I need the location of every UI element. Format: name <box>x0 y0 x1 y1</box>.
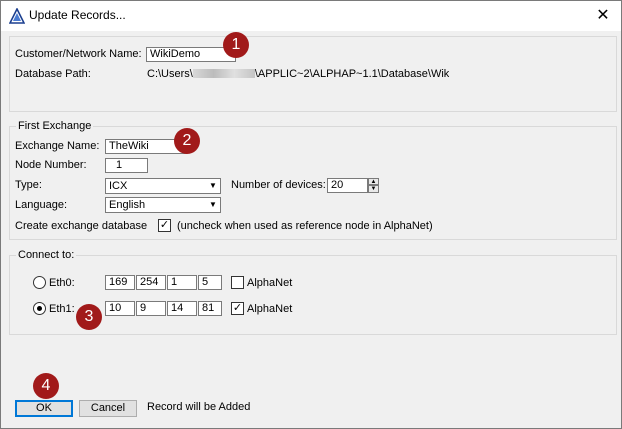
eth0-label: Eth0: <box>49 277 75 289</box>
triangle-app-icon <box>8 7 26 24</box>
database-path-prefix: C:\Users\ <box>147 68 193 80</box>
node-number-label: Node Number: <box>15 159 87 171</box>
language-select[interactable]: English ▼ <box>105 197 221 213</box>
customer-name-input[interactable]: WikiDemo <box>146 47 236 62</box>
eth0-radio[interactable] <box>33 276 46 289</box>
create-exchange-db-checkbox[interactable]: ✓ <box>158 219 171 232</box>
annotation-badge-2: 2 <box>174 128 200 154</box>
type-label: Type: <box>15 179 42 191</box>
eth1-ip-octet-4[interactable]: 81 <box>198 301 222 316</box>
eth0-ip-octet-3[interactable]: 1 <box>167 275 197 290</box>
exchange-name-label: Exchange Name: <box>15 140 100 152</box>
database-path-label: Database Path: <box>15 68 91 80</box>
eth1-radio[interactable] <box>33 302 46 315</box>
cancel-button[interactable]: Cancel <box>79 400 137 417</box>
eth1-alphanet-checkbox[interactable]: ✓ <box>231 302 244 315</box>
database-path-value: C:\Users\ \APPLIC~2\ALPHAP~1.1\Database\W… <box>147 68 449 80</box>
create-exchange-db-note: (uncheck when used as reference node in … <box>177 220 433 232</box>
eth0-ip-octet-2[interactable]: 254 <box>136 275 166 290</box>
chevron-down-icon[interactable]: ▼ <box>206 198 220 212</box>
number-of-devices-label: Number of devices: <box>231 179 326 191</box>
eth0-ip-octet-4[interactable]: 5 <box>198 275 222 290</box>
first-exchange-legend: First Exchange <box>16 120 94 132</box>
record-status-text: Record will be Added <box>147 401 251 413</box>
annotation-badge-1: 1 <box>223 32 249 58</box>
type-select[interactable]: ICX ▼ <box>105 178 221 194</box>
eth0-alphanet-checkbox[interactable] <box>231 276 244 289</box>
eth0-ip-octet-1[interactable]: 169 <box>105 275 135 290</box>
create-exchange-db-label: Create exchange database <box>15 220 148 232</box>
connect-to-legend: Connect to: <box>16 249 77 261</box>
ok-button[interactable]: OK <box>15 400 73 417</box>
node-number-input[interactable]: 1 <box>105 158 148 173</box>
language-select-value: English <box>109 199 146 211</box>
annotation-badge-4: 4 <box>33 373 59 399</box>
type-select-value: ICX <box>109 180 128 192</box>
update-records-dialog: Update Records... ✕ Customer/Network Nam… <box>0 0 622 429</box>
eth1-label: Eth1: <box>49 303 75 315</box>
eth0-alphanet-label: AlphaNet <box>247 277 293 289</box>
eth1-ip-octet-2[interactable]: 9 <box>136 301 166 316</box>
close-icon[interactable]: ✕ <box>585 1 621 31</box>
customer-name-label: Customer/Network Name: <box>15 48 142 60</box>
eth1-alphanet-label: AlphaNet <box>247 303 293 315</box>
title-bar: Update Records... ✕ <box>1 1 621 31</box>
chevron-down-icon[interactable]: ▼ <box>206 179 220 193</box>
language-label: Language: <box>15 199 67 211</box>
redacted-username <box>192 69 255 78</box>
eth1-ip-octet-1[interactable]: 10 <box>105 301 135 316</box>
spin-up-icon[interactable]: ▲ <box>368 178 379 185</box>
spin-down-icon[interactable]: ▼ <box>368 185 379 193</box>
number-of-devices-input[interactable]: 20 <box>327 178 368 193</box>
window-title: Update Records... <box>29 8 126 22</box>
database-path-suffix: \APPLIC~2\ALPHAP~1.1\Database\Wik <box>254 68 449 80</box>
annotation-badge-3: 3 <box>76 304 102 330</box>
eth1-ip-octet-3[interactable]: 14 <box>167 301 197 316</box>
